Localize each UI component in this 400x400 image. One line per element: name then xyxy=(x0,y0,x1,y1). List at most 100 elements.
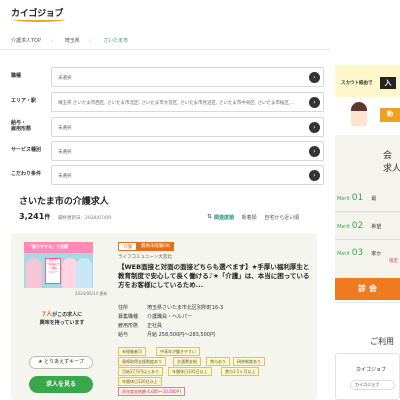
register-button[interactable]: 診 会 xyxy=(335,278,400,300)
site-logo[interactable]: カイゴジョブ xyxy=(11,4,67,22)
merit-note: 限定 xyxy=(389,259,398,264)
detail-employment: 雇用形態 正社員 xyxy=(118,322,162,329)
breadcrumb: 介護求人TOP › 埼玉県 › さいたま市 xyxy=(11,37,138,44)
banner-person-hair xyxy=(351,102,367,111)
search-select[interactable]: 埼玉県 さいたま市西区, さいたま市北区, さいたま市大宮区, さいたま市見沼区… xyxy=(51,92,324,112)
scout-banner[interactable]: スカウト経由で 入 xyxy=(335,65,400,97)
photo-person xyxy=(26,258,42,288)
detail-key: 募集職種 xyxy=(118,314,139,320)
member-promo: 会求人が Merit01最 Merit02希望 Merit03家か 限定 診 会 xyxy=(335,135,400,300)
merit-item: Merit 03 家か xyxy=(337,248,381,258)
sort-nearest[interactable]: 自宅から近い順 xyxy=(264,215,299,221)
detail-value: 月給 258,500円〜283,500円 xyxy=(147,332,215,338)
search-label: サービス種別 xyxy=(11,147,42,153)
chevron-right-icon: › xyxy=(309,122,320,133)
site-header: カイゴジョブ xyxy=(0,0,400,28)
detail-value: 正社員 xyxy=(147,323,163,329)
breadcrumb-item-prefecture[interactable]: 埼玉県 xyxy=(65,38,80,44)
breadcrumb-item-current: さいたま市 xyxy=(103,38,129,44)
usage-heading: ご利用 xyxy=(370,337,394,346)
chevron-right-icon: › xyxy=(309,97,320,108)
breadcrumb-sep: › xyxy=(89,38,92,44)
merit-label: Merit xyxy=(337,251,350,257)
search-label: 職種 xyxy=(11,73,22,79)
page-title: さいたま市の介護求人 xyxy=(19,197,109,207)
search-row-preference[interactable]: こだわり条件 未選択 › xyxy=(11,165,324,185)
detail-job-type: 募集職種 介護職員・ヘルパー xyxy=(118,313,192,320)
search-label: こだわり条件 xyxy=(11,171,42,177)
right-sidebar: スカウト経由で 入 動 会求人が Merit01最 Merit02希望 Meri… xyxy=(335,65,400,400)
merit-num: 03 xyxy=(351,248,364,258)
search-value: 未選択 xyxy=(58,150,72,155)
merit-item: Merit 02 希望 xyxy=(337,221,381,231)
usage-card[interactable]: カイゴジョブ カイゴジョブ xyxy=(335,353,400,400)
usage-card-title: カイゴジョブ xyxy=(356,367,387,373)
last-updated: 最終更新日：2024/07/09 xyxy=(58,216,111,221)
job-card: 「猫うやする」で活躍 保育士 介護福祉士 介護職 ヘルパー 2024/06/14… xyxy=(11,233,317,400)
company-name: ライフコミュニーン大宮北 xyxy=(118,255,172,260)
feature-pill: 年間休日105日以上 xyxy=(168,367,212,376)
feature-pill: 月給27万円以上あり xyxy=(118,367,164,376)
feature-pill: 賞与3.5ヶ月以上 xyxy=(221,367,260,376)
usage-card-button[interactable]: カイゴジョブ xyxy=(350,380,395,390)
keep-button[interactable]: ★ とりあえずキープ xyxy=(29,356,93,369)
scout-banner-text: スカウト経由で xyxy=(341,81,373,86)
feature-pill: 研修制度あり xyxy=(233,357,265,366)
job-title[interactable]: 【WEB面接と対面の面接どちらも選べます】★手厚い福利厚生と教育制度で安心して長… xyxy=(118,263,314,290)
feature-pill: 賞与あり xyxy=(206,357,230,366)
view-job-button[interactable]: 求人を見る xyxy=(29,376,93,393)
interest-number: 7人 xyxy=(41,311,53,318)
tag-care: 介護 xyxy=(118,242,137,251)
merit-text: 希望 xyxy=(371,224,382,230)
result-count-number: 3,241 xyxy=(19,212,45,221)
sort-newest[interactable]: 新着順 xyxy=(242,215,257,221)
result-count-unit: 件 xyxy=(44,214,51,221)
detail-address: 住所 埼玉県さいたま市北区別所町16-3 xyxy=(118,304,223,311)
search-label: 給与・ 雇用形態 xyxy=(11,120,32,132)
photo-date: 2024/06/14 更新 xyxy=(75,291,108,296)
merit-text: 家か xyxy=(371,251,382,257)
merit-num: 02 xyxy=(351,221,364,231)
chevron-right-icon: › xyxy=(309,72,320,83)
divider xyxy=(335,239,400,240)
merit-num: 01 xyxy=(351,193,364,203)
search-row-salary[interactable]: 給与・ 雇用形態 未選択 › xyxy=(11,117,324,137)
sort-options: 関連度順 新着順 自宅から近い順 xyxy=(214,214,299,221)
chevron-right-icon: › xyxy=(309,146,320,157)
divider xyxy=(335,211,400,212)
tag-inexperienced-ok: 資格未経験OK xyxy=(137,242,174,251)
detail-salary: 給与 月給 258,500円〜283,500円 xyxy=(118,331,215,338)
job-photo[interactable]: 「猫うやする」で活躍 保育士 介護福祉士 介護職 ヘルパー xyxy=(24,242,93,288)
video-banner[interactable]: 動 xyxy=(335,98,400,130)
search-select[interactable]: 未選択 › xyxy=(51,141,324,161)
photo-sign: 保育士 介護福祉士 介護職 ヘルパー xyxy=(45,258,61,284)
video-banner-box: 動 xyxy=(380,108,400,122)
merit-text: 最 xyxy=(371,196,377,202)
divider xyxy=(0,49,330,50)
photo-sign-line: ヘルパー xyxy=(47,271,59,274)
feature-pill: 未経験者可 xyxy=(118,347,146,356)
scout-banner-box: 入 xyxy=(380,77,396,89)
feature-pill: 中高年が働きやすい xyxy=(156,347,200,356)
search-value: 未選択 xyxy=(58,126,72,131)
detail-value: 介護職員・ヘルパー xyxy=(147,314,193,320)
search-value: 未選択 xyxy=(58,174,72,179)
breadcrumb-item-top[interactable]: 介護求人TOP xyxy=(11,38,41,44)
search-select[interactable]: 未選択 › xyxy=(51,117,324,137)
search-select[interactable]: 未選択 › xyxy=(51,67,324,87)
feature-pill: 交通費支給 xyxy=(173,357,201,366)
merit-item: Merit 01 最 xyxy=(337,193,376,203)
search-row-service[interactable]: サービス種別 未選択 › xyxy=(11,141,324,161)
search-row-area[interactable]: エリア・駅 埼玉県 さいたま市西区, さいたま市北区, さいたま市大宮区, さい… xyxy=(11,92,324,112)
logo-swoosh xyxy=(13,17,65,22)
sort-relevance[interactable]: 関連度順 xyxy=(214,215,234,221)
search-row-job-type[interactable]: 職種 未選択 › xyxy=(11,67,324,87)
photo-title: 「猫うやする」で活躍 xyxy=(28,244,68,249)
bonus-pill: 初年度支給額 4,000〜10,000円 xyxy=(118,387,185,396)
chevron-right-icon: › xyxy=(309,170,320,181)
result-count: 3,241件 xyxy=(19,212,50,221)
search-label: エリア・駅 xyxy=(11,98,37,104)
search-value: 未選択 xyxy=(58,76,72,81)
search-select[interactable]: 未選択 › xyxy=(51,165,324,185)
merit-label: Merit xyxy=(337,224,350,230)
